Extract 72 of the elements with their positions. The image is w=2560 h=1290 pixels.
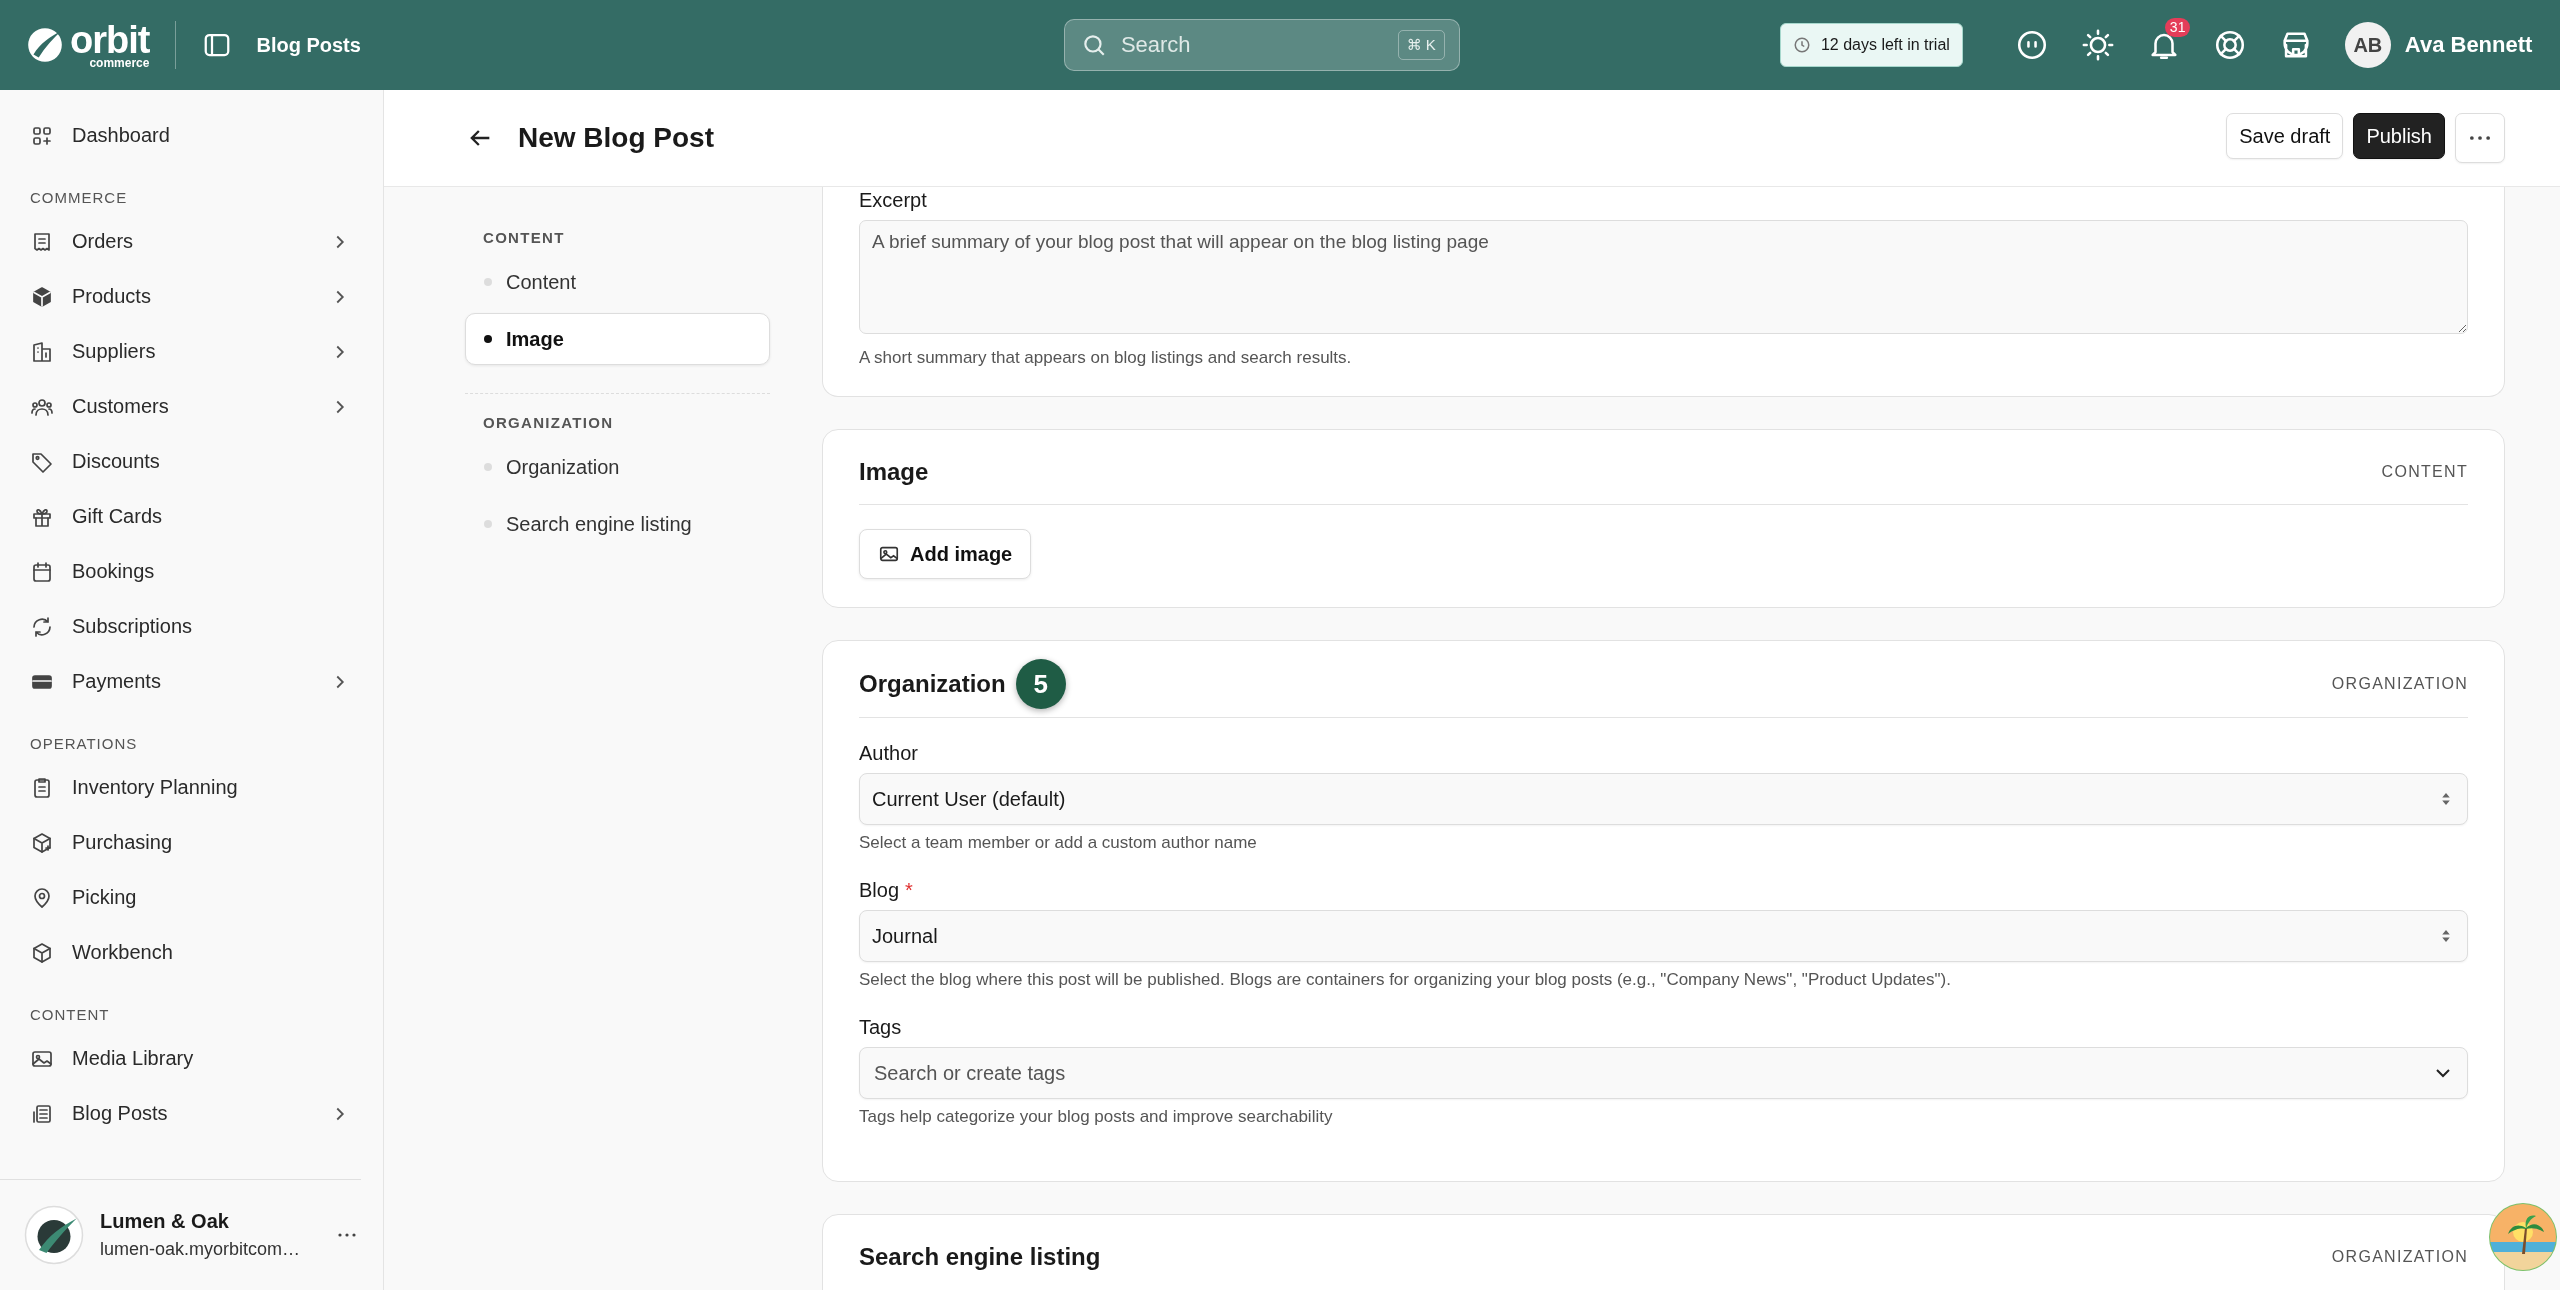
trial-badge[interactable]: 12 days left in trial (1779, 23, 1963, 67)
save-draft-button[interactable]: Save draft (2226, 113, 2344, 159)
box-icon (30, 940, 54, 965)
field-label: Tags (859, 1016, 902, 1039)
nav-item[interactable]: Inventory Planning (30, 760, 359, 815)
help-text: A short summary that appears on blog listings and search results. (859, 348, 1353, 368)
store-name: Lumen & Oak (100, 1210, 230, 1233)
help-text: Select a team member or add a custom author name (859, 833, 1258, 853)
box-icon (30, 830, 54, 855)
section-link[interactable]: Organization (465, 441, 770, 493)
nav-item[interactable]: Gift Cards (30, 489, 359, 544)
logo-subtitle: commerce (89, 57, 150, 69)
help-text: Tags help categorize your blog posts and improve searchability (859, 1107, 1334, 1127)
nav-item[interactable]: Blog Posts (30, 1086, 359, 1141)
more-icon (2470, 136, 2490, 140)
help-text: Select the blog where this post will be published. Blogs are containers for organizing your blog posts (e.g., "Company News", "Product Updates"). (859, 970, 1952, 990)
nav-item[interactable]: Subscriptions (30, 599, 359, 654)
nav-item[interactable]: Media Library (30, 1031, 359, 1086)
required-asterisk: * (905, 879, 913, 902)
search-input[interactable]: Search (1118, 31, 1386, 59)
tags-field[interactable]: Search or create tags (859, 1047, 2468, 1099)
box-icon (30, 284, 54, 309)
tags-input[interactable]: Search or create tags (872, 1060, 2431, 1086)
store-logo-icon (24, 1205, 84, 1265)
section-group-title: CONTENT (482, 229, 566, 246)
card-title: Search engine listing (859, 1243, 1101, 1271)
field-label: Author (859, 742, 918, 765)
building-icon (30, 339, 54, 364)
nav-item[interactable]: Picking (30, 870, 359, 925)
nav-item[interactable]: Suppliers (30, 324, 359, 379)
nav-item[interactable]: Dashboard (30, 108, 359, 163)
logo[interactable]: orbit commerce (24, 21, 150, 69)
avatar: AB (2344, 22, 2391, 68)
select-field[interactable]: Current User (default) (859, 773, 2468, 825)
nav-section-title: CONTENT (30, 1006, 111, 1023)
page-title: New Blog Post (518, 122, 715, 154)
field-label: Blog (859, 879, 900, 902)
refresh-icon (30, 614, 54, 639)
section-label: ORGANIZATION (2331, 1248, 2468, 1266)
nav-item[interactable]: Bookings (30, 544, 359, 599)
field-label: Excerpt (859, 189, 928, 212)
section-link[interactable]: Image (465, 313, 770, 365)
card-title: Image (859, 458, 929, 486)
excerpt-field[interactable]: A brief summary of your blog post that will appear on the blog listing page (859, 220, 2468, 334)
card-title: Organization (859, 670, 1006, 698)
user-menu[interactable]: AB Ava Bennett (2344, 22, 2533, 68)
section-label: CONTENT (2381, 463, 2468, 481)
nav-item[interactable]: Discounts (30, 434, 359, 489)
logo-text: orbit (70, 21, 150, 59)
calendar-icon (30, 559, 54, 584)
select-field[interactable]: Journal (859, 910, 2468, 962)
section-link[interactable]: Search engine listing (465, 498, 770, 550)
section-link[interactable]: Content (465, 256, 770, 308)
nav-section-title: OPERATIONS (30, 735, 139, 752)
shortcut-hint: ⌘ K (1397, 30, 1445, 60)
sun-icon[interactable] (2080, 28, 2115, 62)
add-image-button[interactable]: Add image (859, 529, 1032, 579)
publish-button[interactable]: Publish (2353, 113, 2445, 159)
store-domain: lumen-oak.myorbitcom… (100, 1239, 302, 1260)
step-badge: 5 (1015, 659, 1066, 709)
section-group-title: ORGANIZATION (482, 414, 615, 431)
section-label: ORGANIZATION (2331, 675, 2468, 693)
breadcrumb: Blog Posts (256, 33, 361, 57)
notifications-button[interactable]: 31 (2146, 18, 2189, 62)
nav-item[interactable]: Products (30, 269, 359, 324)
nav-section-title: COMMERCE (30, 189, 129, 206)
nav-item[interactable]: Customers (30, 379, 359, 434)
nav-item[interactable]: Orders (30, 214, 359, 269)
nav-item[interactable]: Purchasing (30, 815, 359, 870)
nav-item[interactable]: Workbench (30, 925, 359, 980)
clock-icon (1792, 36, 1811, 54)
nav-item[interactable]: Payments (30, 654, 359, 709)
